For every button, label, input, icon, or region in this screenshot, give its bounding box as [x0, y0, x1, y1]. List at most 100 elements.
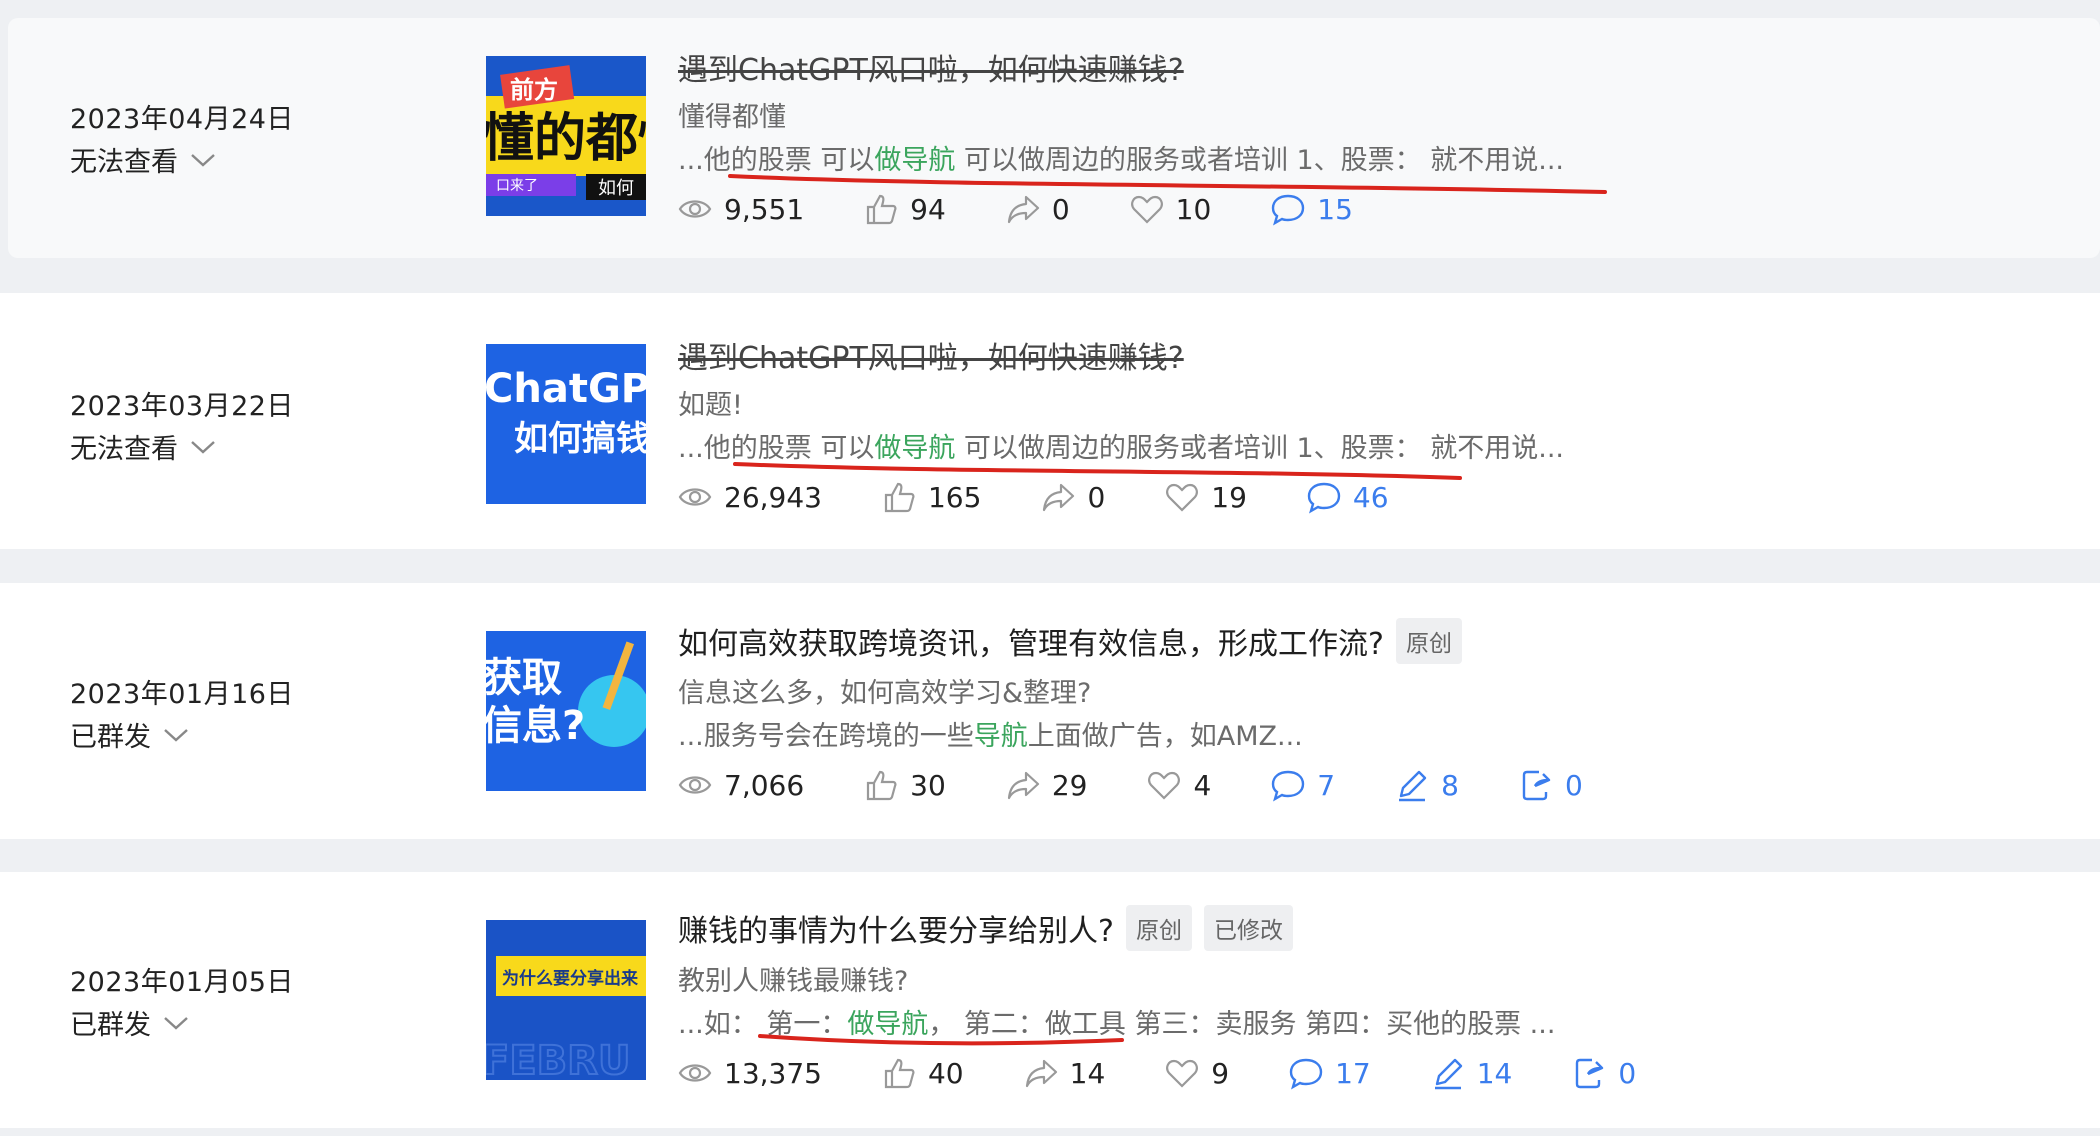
- publish-date: 2023年01月16日: [70, 679, 294, 710]
- article-title[interactable]: 遇到ChatGPT风口啦，如何快速赚钱?: [678, 45, 1184, 89]
- favorites-stat: 4: [1147, 768, 1211, 802]
- article-stats: 9,551 94 0 10 15: [678, 192, 1413, 226]
- status-dropdown[interactable]: 无法查看: [70, 427, 216, 466]
- article-excerpt: ...他的股票 可以做导航 可以做周边的服务或者培训 1、股票： 就不用说...: [678, 145, 1565, 176]
- chevron-down-icon: [164, 728, 188, 742]
- likes-stat: 94: [864, 192, 946, 226]
- svg-text:为什么要分享出来: 为什么要分享出来: [502, 968, 639, 989]
- export-icon: [1522, 770, 1551, 801]
- comments-stat[interactable]: 15: [1271, 192, 1353, 226]
- chevron-down-icon: [164, 1016, 188, 1030]
- article-thumbnail[interactable]: 获取 信息?: [486, 631, 646, 791]
- article-excerpt: ...他的股票 可以做导航 可以做周边的服务或者培训 1、股票： 就不用说...: [678, 433, 1565, 464]
- share-arrow-icon: [1007, 195, 1039, 224]
- svg-text:懂的都懂: 懂的都懂: [486, 109, 646, 169]
- likes-stat: 165: [882, 480, 981, 514]
- article-excerpt: ...如： 第一：做导航， 第二：做工具 第三：卖服务 第四：买他的股票 ...: [678, 1009, 1556, 1040]
- heart-icon: [1166, 1059, 1199, 1088]
- publish-date: 2023年04月24日: [70, 104, 294, 135]
- keyword-highlight: 做导航: [874, 433, 956, 464]
- article-description: 信息这么多，如何高效学习&整理?: [678, 678, 1092, 709]
- article-title[interactable]: 如何高效获取跨境资讯，管理有效信息，形成工作流? 原创: [678, 618, 1462, 664]
- eye-icon: [678, 200, 712, 218]
- thumb-text: 前方: [510, 76, 558, 104]
- chevron-down-icon: [191, 153, 215, 167]
- notes-stat[interactable]: 8: [1395, 768, 1459, 802]
- pen-icon: [1399, 770, 1427, 802]
- shares-stat: 0: [1041, 480, 1105, 514]
- article-title[interactable]: 赚钱的事情为什么要分享给别人? 原创 已修改: [678, 905, 1293, 951]
- thumbs-up-icon: [867, 194, 897, 225]
- likes-stat: 30: [864, 768, 946, 802]
- favorites-stat: 9: [1165, 1056, 1229, 1090]
- heart-icon: [1166, 483, 1199, 512]
- keyword-highlight: 做导航: [874, 145, 956, 176]
- comments-stat[interactable]: 7: [1271, 768, 1335, 802]
- article-thumbnail[interactable]: 前方 懂的都懂 口来了 如何: [486, 56, 646, 216]
- favorites-stat: 10: [1130, 192, 1211, 226]
- keyword-highlight: 导航: [973, 721, 1028, 752]
- article-title[interactable]: 遇到ChatGPT风口啦，如何快速赚钱?: [678, 333, 1184, 377]
- svg-text:如何搞钱: 如何搞钱: [514, 419, 646, 459]
- comments-stat[interactable]: 17: [1289, 1056, 1371, 1090]
- thumbnail-image: 前方 懂的都懂 口来了 如何: [486, 56, 646, 216]
- article-stats: 13,375 40 14 9 17 14 0: [678, 1056, 1696, 1090]
- article-description: 教别人赚钱最赚钱?: [678, 966, 909, 997]
- article-list: 2023年04月24日 无法查看 前方 懂的都懂 口来了 如何 遇到ChatGP…: [0, 0, 2100, 1136]
- status-label: 已群发: [70, 1010, 151, 1041]
- views-stat: 13,375: [678, 1056, 822, 1090]
- chevron-down-icon: [191, 440, 215, 454]
- likes-stat: 40: [882, 1056, 964, 1090]
- reposts-stat[interactable]: 0: [1572, 1056, 1636, 1090]
- thumbs-up-icon: [867, 770, 897, 801]
- status-label: 无法查看: [70, 147, 178, 178]
- views-stat: 7,066: [678, 768, 804, 802]
- status-dropdown[interactable]: 已群发: [70, 1003, 189, 1042]
- export-icon: [1576, 1058, 1604, 1089]
- comment-icon: [1289, 1058, 1323, 1090]
- svg-text:信息?: 信息?: [486, 703, 585, 749]
- shares-stat: 14: [1024, 1056, 1105, 1090]
- article-stats: 26,943 165 0 19 46: [678, 480, 1449, 514]
- thumbnail-image: 获取 信息?: [486, 631, 646, 791]
- favorites-stat: 19: [1165, 480, 1247, 514]
- article-thumbnail[interactable]: ChatGPT 如何搞钱: [486, 344, 646, 504]
- article-thumbnail[interactable]: 为什么要分享出来 FEBRU: [486, 920, 646, 1080]
- comments-stat[interactable]: 46: [1307, 480, 1389, 514]
- status-label: 无法查看: [70, 434, 178, 465]
- eye-icon: [678, 488, 712, 506]
- modified-tag: 已修改: [1203, 905, 1293, 951]
- svg-text:如何: 如何: [598, 178, 634, 199]
- reposts-stat[interactable]: 0: [1519, 768, 1583, 802]
- comment-icon: [1272, 770, 1305, 802]
- heart-icon: [1130, 195, 1163, 224]
- views-stat: 26,943: [678, 480, 822, 514]
- shares-stat: 0: [1006, 192, 1070, 226]
- eye-icon: [678, 1064, 712, 1082]
- publish-date: 2023年01月05日: [70, 967, 294, 998]
- thumbnail-image: 为什么要分享出来 FEBRU: [486, 920, 646, 1080]
- comment-icon: [1307, 482, 1341, 514]
- share-arrow-icon: [1007, 771, 1039, 800]
- thumbnail-image: ChatGPT 如何搞钱: [486, 344, 646, 504]
- share-arrow-icon: [1043, 483, 1075, 512]
- pen-icon: [1434, 1058, 1462, 1090]
- status-dropdown[interactable]: 已群发: [70, 715, 189, 754]
- notes-stat[interactable]: 14: [1431, 1056, 1512, 1090]
- original-tag: 原创: [1125, 905, 1192, 951]
- keyword-highlight: 做导航: [847, 1009, 929, 1040]
- shares-stat: 29: [1006, 768, 1087, 802]
- article-excerpt: ...服务号会在跨境的一些导航上面做广告，如AMZ...: [678, 721, 1303, 752]
- publish-date: 2023年03月22日: [70, 391, 294, 422]
- eye-icon: [678, 776, 712, 794]
- article-description: 如题!: [678, 390, 743, 421]
- svg-text:口来了: 口来了: [496, 178, 538, 194]
- original-tag: 原创: [1395, 618, 1462, 664]
- svg-text:获取: 获取: [486, 655, 562, 701]
- svg-text:ChatGPT: ChatGPT: [486, 366, 646, 412]
- views-stat: 9,551: [678, 192, 804, 226]
- status-label: 已群发: [70, 722, 151, 753]
- status-dropdown[interactable]: 无法查看: [70, 140, 216, 179]
- thumbs-up-icon: [884, 1058, 915, 1089]
- thumbs-up-icon: [884, 482, 915, 513]
